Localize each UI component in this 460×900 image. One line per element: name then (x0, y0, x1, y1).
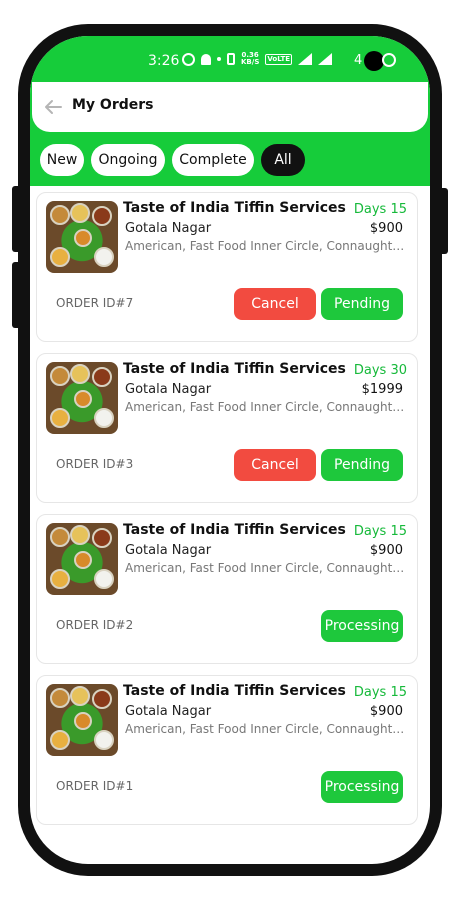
restaurant-area: Gotala Nagar (125, 382, 212, 397)
order-card[interactable]: Taste of India Tiffin Services Days 15 G… (36, 514, 418, 664)
tab-all[interactable]: All (261, 144, 305, 176)
food-thumbnail (46, 523, 118, 595)
food-thumbnail (46, 201, 118, 273)
order-price: $900 (369, 543, 403, 558)
restaurant-name: Taste of India Tiffin Services (123, 361, 346, 377)
cancel-button[interactable]: Cancel (234, 288, 316, 320)
cuisine-address: American, Fast Food Inner Circle, Connau… (125, 400, 407, 414)
app-header: My Orders (32, 82, 428, 132)
order-card[interactable]: Taste of India Tiffin Services Days 15 G… (36, 675, 418, 825)
front-camera (364, 51, 384, 71)
restaurant-area: Gotala Nagar (125, 221, 212, 236)
order-price: $1999 (361, 382, 403, 397)
signal-4g-icon (318, 53, 333, 65)
food-thumbnail (46, 362, 118, 434)
order-price: $900 (369, 704, 403, 719)
page-title: My Orders (72, 97, 154, 113)
dot-icon (217, 57, 221, 61)
restaurant-area: Gotala Nagar (125, 704, 212, 719)
cuisine-address: American, Fast Food Inner Circle, Connau… (125, 239, 407, 253)
notification-bell-icon (201, 53, 211, 65)
tab-new[interactable]: New (40, 144, 84, 176)
signal-icon (298, 53, 313, 65)
cancel-button[interactable]: Cancel (234, 449, 316, 481)
order-card[interactable]: Taste of India Tiffin Services Days 15 G… (36, 192, 418, 342)
status-icons: 0.36 KB/S VoLTE (182, 51, 333, 66)
processing-status-button[interactable]: Processing (321, 771, 403, 803)
battery-icon (382, 53, 396, 67)
cuisine-address: American, Fast Food Inner Circle, Connau… (125, 722, 407, 736)
food-thumbnail (46, 684, 118, 756)
order-id: ORDER ID#1 (56, 779, 134, 793)
subscription-days: Days 15 (353, 524, 407, 539)
order-price: $900 (369, 221, 403, 236)
battery-level: 4 (354, 53, 363, 68)
network-speed: 0.36 KB/S (241, 51, 260, 66)
order-id: ORDER ID#7 (56, 296, 134, 310)
volte-icon: VoLTE (265, 53, 293, 65)
order-card[interactable]: Taste of India Tiffin Services Days 30 G… (36, 353, 418, 503)
order-id: ORDER ID#3 (56, 457, 134, 471)
tab-complete[interactable]: Complete (172, 144, 254, 176)
vibrate-icon (227, 53, 235, 65)
order-id: ORDER ID#2 (56, 618, 134, 632)
restaurant-area: Gotala Nagar (125, 543, 212, 558)
processing-status-button[interactable]: Processing (321, 610, 403, 642)
restaurant-name: Taste of India Tiffin Services (123, 683, 346, 699)
restaurant-name: Taste of India Tiffin Services (123, 200, 346, 216)
subscription-days: Days 15 (353, 202, 407, 217)
status-bar: 3:26 0.36 KB/S VoLTE 4 (30, 36, 430, 82)
status-time: 3:26 (148, 53, 180, 69)
subscription-days: Days 15 (353, 685, 407, 700)
back-arrow-icon[interactable] (44, 99, 62, 115)
order-filter-tabs: New Ongoing Complete All (40, 144, 305, 176)
subscription-days: Days 30 (353, 363, 407, 378)
pending-status-button[interactable]: Pending (321, 449, 403, 481)
cuisine-address: American, Fast Food Inner Circle, Connau… (125, 561, 407, 575)
app-screen: 3:26 0.36 KB/S VoLTE 4 My Orders New Ong… (30, 36, 430, 864)
whatsapp-icon (182, 52, 195, 66)
restaurant-name: Taste of India Tiffin Services (123, 522, 346, 538)
pending-status-button[interactable]: Pending (321, 288, 403, 320)
orders-list: Taste of India Tiffin Services Days 15 G… (36, 192, 420, 836)
tab-ongoing[interactable]: Ongoing (91, 144, 165, 176)
